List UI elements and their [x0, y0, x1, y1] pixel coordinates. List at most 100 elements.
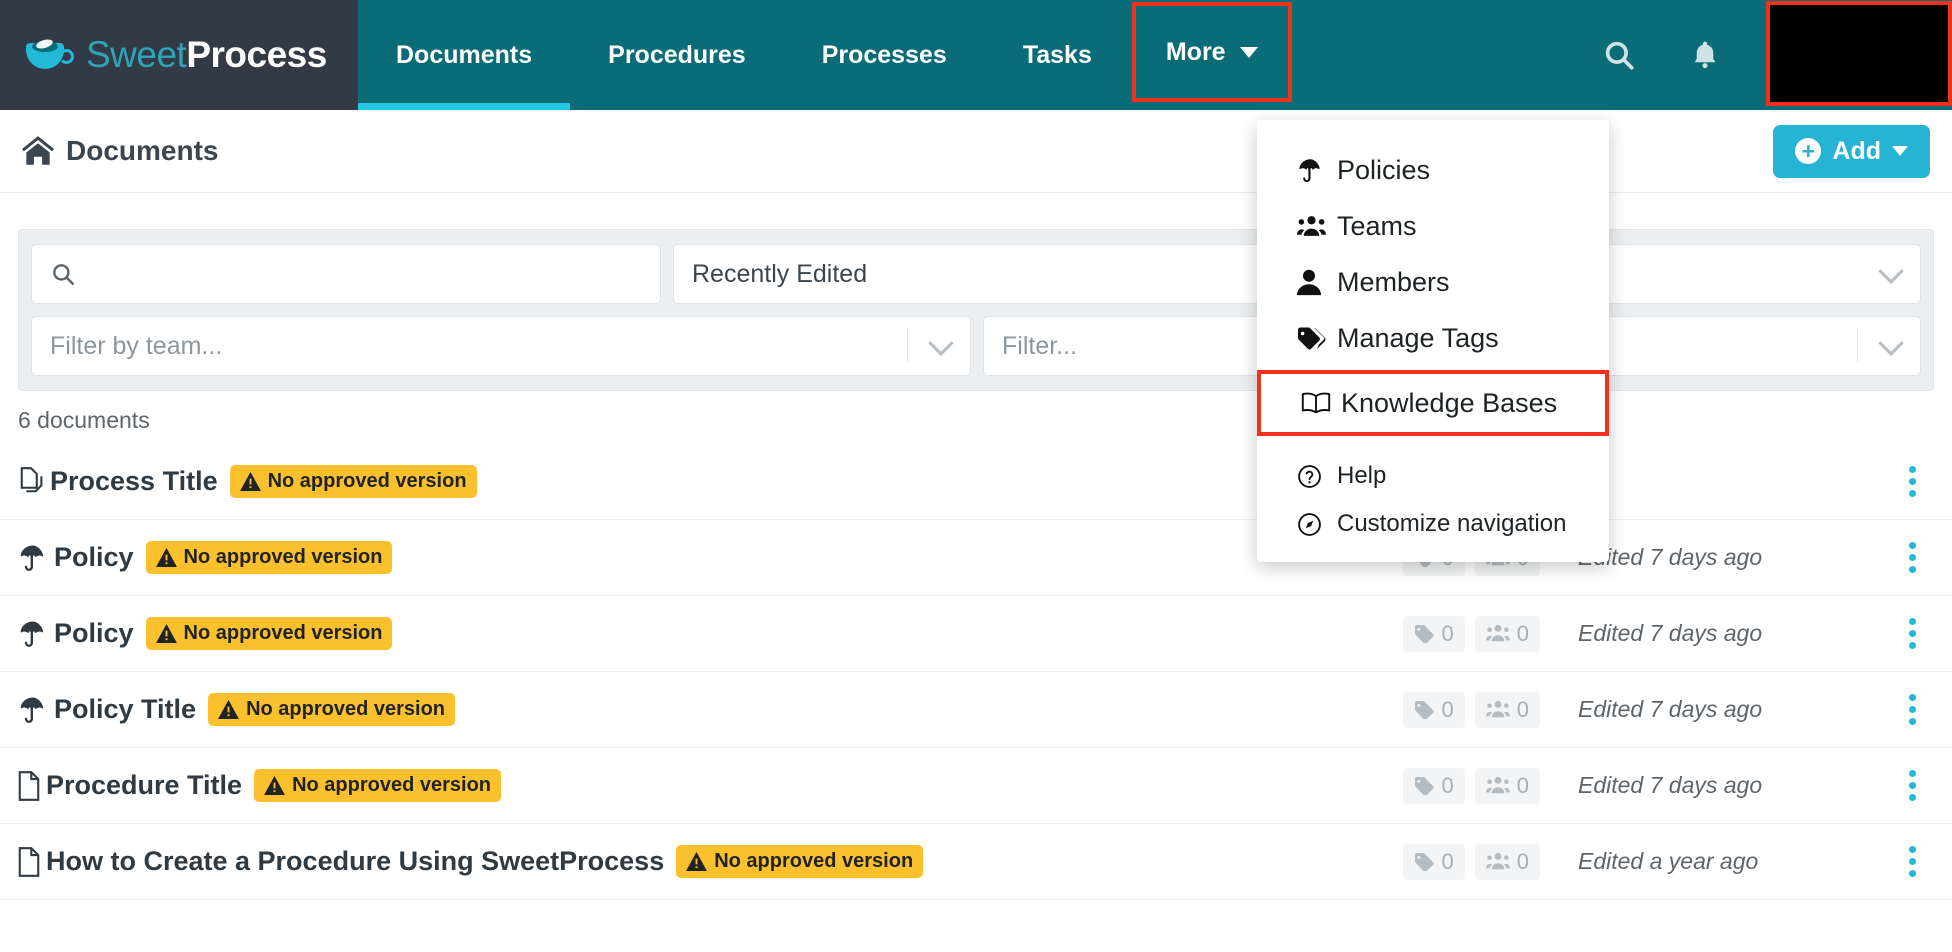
- menu-divider: [1257, 440, 1609, 452]
- brand-name-light: Sweet: [86, 34, 186, 75]
- row-actions-menu[interactable]: [1890, 542, 1934, 573]
- tag-count-chip: 0: [1403, 616, 1465, 652]
- member-count-chip: 0: [1475, 844, 1540, 880]
- nav-item-tasks[interactable]: Tasks: [985, 0, 1130, 110]
- user-icon: [1297, 269, 1337, 296]
- tag-count-chip: 0: [1403, 768, 1465, 804]
- member-count: 0: [1517, 697, 1529, 723]
- member-count: 0: [1517, 621, 1529, 647]
- chevron-down-icon: [928, 331, 953, 356]
- chevron-down-icon: [1878, 259, 1903, 284]
- row-actions-menu[interactable]: [1890, 694, 1934, 725]
- filter-row-primary: Recently Edited: [31, 244, 1921, 304]
- question-circle-icon: [1297, 464, 1337, 489]
- document-label-group: Process Title No approved version: [18, 465, 477, 498]
- coffee-cup-icon: [22, 33, 76, 77]
- nav-right-actions: [1576, 0, 1952, 110]
- document-title: Process Title: [50, 466, 218, 497]
- nav-item-processes[interactable]: Processes: [784, 0, 985, 110]
- document-label-group: Procedure Title No approved version: [18, 769, 501, 802]
- document-title: Policy: [54, 618, 134, 649]
- team-filter-select[interactable]: Filter by team...: [31, 316, 971, 376]
- primary-nav-links: Documents Procedures Processes Tasks Mor…: [358, 0, 1292, 110]
- document-label-group: Policy Title No approved version: [18, 693, 455, 726]
- row-actions-menu[interactable]: [1890, 846, 1934, 877]
- menu-item-members[interactable]: Members: [1257, 254, 1609, 310]
- menu-item-manage-tags[interactable]: Manage Tags: [1257, 310, 1609, 366]
- search-icon: [50, 261, 76, 287]
- menu-item-knowledge-bases[interactable]: Knowledge Bases: [1257, 370, 1609, 436]
- filter-row-secondary: Filter by team... Filter...: [31, 316, 1921, 376]
- document-title: Policy: [54, 542, 134, 573]
- menu-item-teams[interactable]: Teams: [1257, 198, 1609, 254]
- document-label-group: Policy No approved version: [18, 617, 392, 650]
- brand-name-bold: Process: [186, 34, 327, 75]
- edited-timestamp: Edited 7 days ago: [1578, 620, 1878, 647]
- status-badge: No approved version: [146, 541, 393, 574]
- bell-icon[interactable]: [1662, 0, 1748, 110]
- table-row[interactable]: Procedure Title No approved version 0 0 …: [0, 748, 1952, 824]
- nav-label-documents: Documents: [396, 41, 532, 70]
- chevron-down-icon: [1878, 331, 1903, 356]
- umbrella-icon: [1297, 157, 1337, 184]
- nav-label-processes: Processes: [822, 41, 947, 70]
- tags-icon: [1297, 326, 1337, 351]
- status-badge: No approved version: [254, 769, 501, 802]
- nav-item-procedures[interactable]: Procedures: [570, 0, 784, 110]
- compass-icon: [1297, 512, 1337, 537]
- document-label-group: How to Create a Procedure Using SweetPro…: [18, 845, 923, 878]
- document-meta: 0 0 Edited 7 days ago: [1403, 692, 1935, 728]
- status-badge: No approved version: [230, 465, 477, 498]
- nav-label-procedures: Procedures: [608, 41, 746, 70]
- menu-label-knowledge-bases: Knowledge Bases: [1341, 388, 1557, 419]
- page-title-text: Documents: [66, 135, 218, 167]
- generic-filter-placeholder: Filter...: [1002, 332, 1077, 361]
- nav-item-more[interactable]: More: [1132, 2, 1292, 102]
- chevron-down-icon: [1892, 146, 1908, 156]
- tag-count: 0: [1442, 697, 1454, 723]
- document-title: Procedure Title: [46, 770, 242, 801]
- page-header: Documents + Add: [0, 110, 1952, 193]
- user-avatar-redacted[interactable]: [1766, 1, 1952, 106]
- warning-triangle-icon: [156, 624, 177, 643]
- umbrella-icon: [18, 695, 48, 725]
- document-label-group: Policy No approved version: [18, 541, 392, 574]
- nav-item-documents[interactable]: Documents: [358, 0, 570, 110]
- status-badge-text: No approved version: [292, 774, 491, 797]
- status-badge-text: No approved version: [268, 470, 467, 493]
- document-count: 6 documents: [0, 391, 1952, 444]
- tag-count-chip: 0: [1403, 692, 1465, 728]
- filter-strip-spacer: [0, 193, 1952, 229]
- plus-circle-icon: +: [1795, 138, 1821, 164]
- brand-logo[interactable]: SweetProcess: [0, 0, 358, 110]
- menu-item-help[interactable]: Help: [1257, 452, 1609, 500]
- add-button[interactable]: + Add: [1773, 125, 1930, 178]
- table-row[interactable]: Policy No approved version 0 0 Edited 7 …: [0, 596, 1952, 672]
- select-divider: [907, 330, 908, 362]
- table-row[interactable]: Policy Title No approved version 0 0 Edi…: [0, 672, 1952, 748]
- menu-item-customize-navigation[interactable]: Customize navigation: [1257, 500, 1609, 548]
- table-row[interactable]: How to Create a Procedure Using SweetPro…: [0, 824, 1952, 900]
- document-title: Policy Title: [54, 694, 196, 725]
- status-badge: No approved version: [676, 845, 923, 878]
- tag-count: 0: [1442, 773, 1454, 799]
- edited-timestamp: Edited 7 days ago: [1578, 696, 1878, 723]
- brand-wordmark: SweetProcess: [86, 34, 327, 76]
- row-actions-menu[interactable]: [1890, 770, 1934, 801]
- process-copy-icon: [18, 467, 44, 497]
- status-badge-text: No approved version: [246, 698, 445, 721]
- status-badge: No approved version: [208, 693, 455, 726]
- row-actions-menu[interactable]: [1890, 466, 1934, 497]
- search-icon[interactable]: [1576, 0, 1662, 110]
- document-title: How to Create a Procedure Using SweetPro…: [46, 846, 664, 877]
- search-input[interactable]: [31, 244, 661, 304]
- row-actions-menu[interactable]: [1890, 618, 1934, 649]
- document-icon: [18, 771, 40, 801]
- status-badge-text: No approved version: [184, 546, 383, 569]
- home-icon: [22, 136, 54, 166]
- table-row[interactable]: Process Title No approved version 0 0: [0, 444, 1952, 520]
- menu-item-policies[interactable]: Policies: [1257, 142, 1609, 198]
- table-row[interactable]: Policy No approved version 0 0 Edited 7 …: [0, 520, 1952, 596]
- tag-count: 0: [1442, 621, 1454, 647]
- menu-label-teams: Teams: [1337, 211, 1417, 242]
